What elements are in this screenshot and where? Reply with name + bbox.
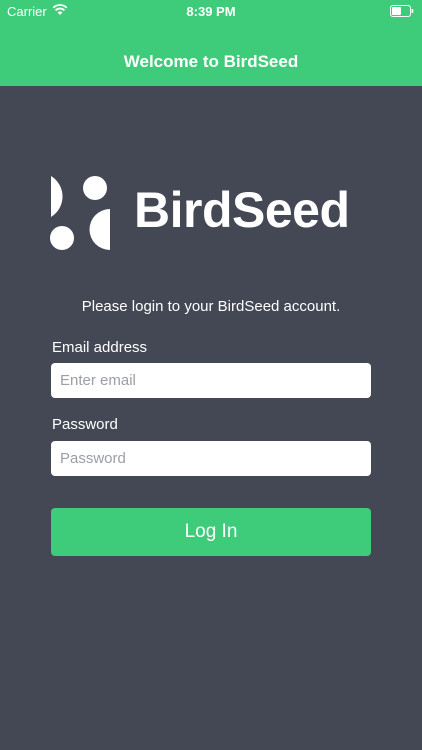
login-screen: Carrier 8:39 PM Welcome to BirdSeed Bird…	[0, 0, 422, 750]
password-field[interactable]	[51, 441, 371, 476]
password-label: Password	[52, 416, 118, 433]
header-bar: Carrier 8:39 PM Welcome to BirdSeed	[0, 0, 422, 86]
login-prompt: Please login to your BirdSeed account.	[81, 298, 341, 315]
battery-icon	[390, 5, 414, 17]
status-bar: Carrier 8:39 PM	[0, 0, 422, 22]
clock: 8:39 PM	[186, 4, 236, 19]
logo-wordmark: BirdSeed	[134, 182, 350, 238]
email-label: Email address	[52, 339, 148, 356]
nav-title: Welcome to BirdSeed	[123, 52, 299, 71]
login-button[interactable]: Log In	[51, 508, 371, 556]
birdseed-logo: BirdSeed	[50, 175, 372, 253]
email-field[interactable]	[51, 363, 371, 398]
birdseed-logo-mark-icon	[50, 176, 110, 250]
